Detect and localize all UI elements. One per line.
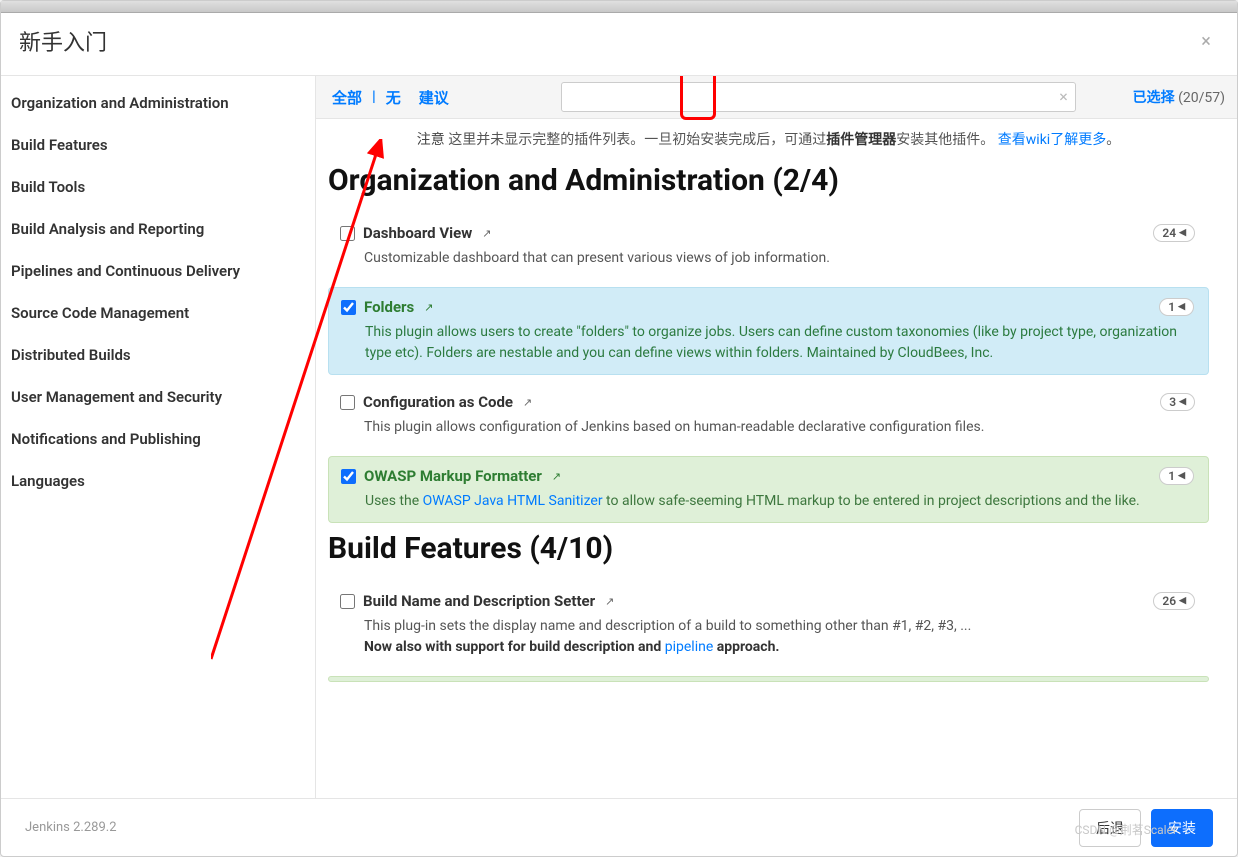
sidebar-item-notifications[interactable]: Notifications and Publishing [1, 418, 315, 460]
search-input[interactable] [561, 82, 1076, 112]
dep-badge[interactable]: 26◀ [1153, 592, 1195, 610]
selection-links: 全部 | 无 建议 [328, 85, 453, 110]
plugin-title: Dashboard View [363, 224, 472, 242]
plugin-config-as-code: Configuration as Code ↗ 3◀ This plugin a… [328, 383, 1209, 448]
pipeline-link[interactable]: pipeline [665, 639, 714, 655]
select-all-link[interactable]: 全部 [328, 85, 366, 110]
dep-badge[interactable]: 1◀ [1159, 467, 1194, 485]
sidebar-item-build-analysis[interactable]: Build Analysis and Reporting [1, 208, 315, 250]
dep-badge[interactable]: 1◀ [1159, 298, 1194, 316]
search-wrap: × [561, 82, 1076, 112]
plugin-title: Configuration as Code [363, 393, 513, 411]
sidebar-item-build-tools[interactable]: Build Tools [1, 166, 315, 208]
plugin-checkbox[interactable] [340, 594, 355, 609]
notice-text: 注意 这里并未显示完整的插件列表。一旦初始安装完成后，可通过插件管理器安装其他插… [328, 129, 1209, 149]
plugin-desc: Uses the OWASP Java HTML Sanitizer to al… [365, 491, 1196, 512]
sidebar-item-org[interactable]: Organization and Administration [1, 82, 315, 124]
category-sidebar: Organization and Administration Build Fe… [1, 76, 316, 798]
plugin-owasp: OWASP Markup Formatter ↗ 1◀ Uses the OWA… [328, 456, 1209, 523]
selected-count: 已选择 (20/57) [1133, 87, 1225, 107]
close-button[interactable]: × [1193, 28, 1219, 54]
sidebar-item-pipelines[interactable]: Pipelines and Continuous Delivery [1, 250, 315, 292]
select-none-link[interactable]: 无 [382, 85, 405, 110]
plugin-scroll[interactable]: 注意 这里并未显示完整的插件列表。一旦初始安装完成后，可通过插件管理器安装其他插… [316, 119, 1237, 798]
plugin-checkbox[interactable] [340, 226, 355, 241]
plugin-checkbox[interactable] [341, 300, 356, 315]
search-clear-icon[interactable]: × [1059, 87, 1068, 106]
external-link-icon[interactable]: ↗ [552, 470, 561, 483]
filter-bar: 全部 | 无 建议 × 已选择 (20/57) [316, 76, 1237, 119]
section-heading-org: Organization and Administration (2/4) [328, 163, 1209, 198]
sidebar-item-distributed[interactable]: Distributed Builds [1, 334, 315, 376]
sidebar-item-languages[interactable]: Languages [1, 460, 315, 502]
plugin-desc: This plugin allows users to create "fold… [365, 322, 1196, 364]
plugin-checkbox[interactable] [341, 469, 356, 484]
plugin-dashboard-view: Dashboard View ↗ 24◀ Customizable dashbo… [328, 214, 1209, 279]
sidebar-item-build-features[interactable]: Build Features [1, 124, 315, 166]
dialog-footer: Jenkins 2.289.2 后退 安装 [1, 798, 1237, 856]
dep-badge[interactable]: 3◀ [1160, 393, 1195, 411]
plugin-title: OWASP Markup Formatter [364, 467, 542, 485]
plugin-desc: Customizable dashboard that can present … [364, 248, 1197, 269]
dep-badge[interactable]: 24◀ [1153, 224, 1195, 242]
section-heading-build: Build Features (4/10) [328, 531, 1209, 566]
dialog-header: 新手入门 × [1, 13, 1237, 75]
plugin-desc: This plugin allows configuration of Jenk… [364, 417, 1197, 438]
plugin-desc: This plug-in sets the display name and d… [364, 616, 1197, 658]
install-button[interactable]: 安装 [1151, 809, 1213, 847]
plugin-title: Folders [364, 298, 414, 316]
plugin-partial [328, 676, 1209, 682]
external-link-icon[interactable]: ↗ [605, 595, 614, 608]
external-link-icon[interactable]: ↗ [482, 227, 491, 240]
plugin-title: Build Name and Description Setter [363, 592, 595, 610]
sanitizer-link[interactable]: OWASP Java HTML Sanitizer [423, 493, 603, 509]
back-button[interactable]: 后退 [1079, 809, 1141, 847]
jenkins-version: Jenkins 2.289.2 [25, 820, 117, 835]
content-area: 全部 | 无 建议 × 已选择 (20/57) 注意 这里并未显示完整的插件列表 [316, 76, 1237, 798]
browser-tab-bg [1, 1, 1237, 13]
dialog-title: 新手入门 [19, 25, 107, 57]
select-suggested-link[interactable]: 建议 [415, 85, 453, 110]
plugin-checkbox[interactable] [340, 395, 355, 410]
plugin-folders: Folders ↗ 1◀ This plugin allows users to… [328, 287, 1209, 375]
sidebar-item-scm[interactable]: Source Code Management [1, 292, 315, 334]
sidebar-item-user-mgmt[interactable]: User Management and Security [1, 376, 315, 418]
wiki-link[interactable]: 查看wiki了解更多 [998, 132, 1106, 148]
plugin-build-name-setter: Build Name and Description Setter ↗ 26◀ … [328, 582, 1209, 668]
external-link-icon[interactable]: ↗ [424, 301, 433, 314]
external-link-icon[interactable]: ↗ [523, 396, 532, 409]
